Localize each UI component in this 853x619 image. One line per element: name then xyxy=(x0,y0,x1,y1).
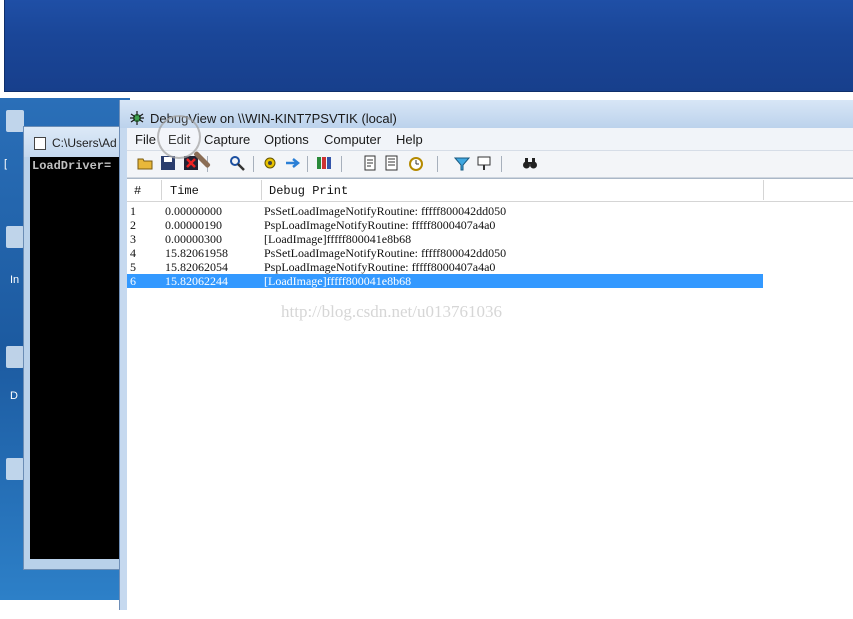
table-row[interactable]: 2 0.00000190 PspLoadImageNotifyRoutine: … xyxy=(127,218,853,232)
menu-capture[interactable]: Capture xyxy=(204,132,250,147)
background-window-banner xyxy=(4,0,853,92)
menu-file[interactable]: File xyxy=(135,132,156,147)
row-number: 3 xyxy=(130,232,136,246)
column-header-number[interactable]: # xyxy=(134,184,141,198)
column-divider[interactable] xyxy=(763,180,764,200)
row-number: 4 xyxy=(130,246,136,260)
desktop-label: In xyxy=(10,274,20,286)
row-message: PspLoadImageNotifyRoutine: fffff8000407a… xyxy=(264,260,496,274)
find-icon[interactable] xyxy=(228,155,246,173)
row-time: 0.00000190 xyxy=(165,218,222,232)
console-titlebar[interactable]: C:\Users\Ad xyxy=(24,127,134,157)
watermark: http://blog.csdn.net/u013761036 xyxy=(281,302,502,321)
toolbar-separator xyxy=(437,156,438,172)
list-rows: 1 0.00000000 PsSetLoadImageNotifyRoutine… xyxy=(127,204,853,288)
history-icon[interactable] xyxy=(383,155,401,173)
row-number: 1 xyxy=(130,204,136,218)
capture-icon[interactable] xyxy=(261,155,279,173)
console-icon xyxy=(34,137,46,150)
menu-options[interactable]: Options xyxy=(264,132,309,147)
column-divider[interactable] xyxy=(261,180,262,200)
desktop-label: [ xyxy=(4,158,8,170)
row-time: 15.82062244 xyxy=(165,274,228,288)
column-divider[interactable] xyxy=(161,180,162,200)
desktop-label: D xyxy=(10,390,18,402)
row-number: 6 xyxy=(130,274,136,288)
toolbar-separator xyxy=(341,156,342,172)
binoculars-icon[interactable] xyxy=(521,155,539,173)
log-icon[interactable] xyxy=(362,155,380,173)
row-message: PsSetLoadImageNotifyRoutine: fffff800042… xyxy=(264,246,507,260)
table-row[interactable]: 1 0.00000000 PsSetLoadImageNotifyRoutine… xyxy=(127,204,853,218)
row-number: 2 xyxy=(130,218,136,232)
filter-icon[interactable] xyxy=(315,155,333,173)
menu-computer[interactable]: Computer xyxy=(324,132,381,147)
toolbar xyxy=(127,151,853,178)
debugview-window[interactable]: DebugView on \\WIN-KINT7PSVTIK (local) F… xyxy=(119,100,853,619)
highlight-icon[interactable] xyxy=(453,155,471,173)
row-time: 0.00000000 xyxy=(165,204,222,218)
console-title: C:\Users\Ad xyxy=(52,136,117,150)
toolbar-separator xyxy=(501,156,502,172)
desktop-shortcut-icon[interactable] xyxy=(6,226,24,248)
debug-output-list[interactable]: # Time Debug Print 1 0.00000000 PsSetLoa… xyxy=(127,178,853,619)
recycle-bin-icon[interactable] xyxy=(6,110,24,132)
table-row[interactable]: 5 15.82062054 PspLoadImageNotifyRoutine:… xyxy=(127,260,853,274)
debugview-titlebar[interactable]: DebugView on \\WIN-KINT7PSVTIK (local) xyxy=(120,100,853,128)
open-icon[interactable] xyxy=(136,155,154,173)
row-message: [LoadImage]fffff800041e8b68 xyxy=(264,274,412,288)
column-header-time[interactable]: Time xyxy=(170,184,199,198)
menu-bar: File Edit Capture Options Computer Help xyxy=(127,128,853,151)
menu-help[interactable]: Help xyxy=(396,132,423,147)
autoscroll-icon[interactable] xyxy=(284,155,302,173)
desktop-shortcut-icon[interactable] xyxy=(6,458,24,480)
table-row[interactable]: 3 0.00000300 [LoadImage]fffff800041e8b68 xyxy=(127,232,853,246)
clock-icon[interactable] xyxy=(407,155,425,173)
list-header: # Time Debug Print xyxy=(127,179,853,202)
column-header-debug-print[interactable]: Debug Print xyxy=(269,184,348,198)
row-message: PspLoadImageNotifyRoutine: fffff8000407a… xyxy=(264,218,496,232)
row-time: 15.82061958 xyxy=(165,246,228,260)
row-number: 5 xyxy=(130,260,136,274)
pin-icon[interactable] xyxy=(475,155,493,173)
row-time: 0.00000300 xyxy=(165,232,222,246)
row-message: PsSetLoadImageNotifyRoutine: fffff800042… xyxy=(264,204,507,218)
toolbar-separator xyxy=(253,156,254,172)
table-row-selected[interactable]: 6 15.82062244 [LoadImage]fffff800041e8b6… xyxy=(127,274,763,288)
row-message: [LoadImage]fffff800041e8b68 xyxy=(264,232,412,246)
row-time: 15.82062054 xyxy=(165,260,228,274)
debugview-bug-icon xyxy=(130,111,144,125)
table-row[interactable]: 4 15.82061958 PsSetLoadImageNotifyRoutin… xyxy=(127,246,853,260)
desktop-shortcut-icon[interactable] xyxy=(6,346,24,368)
toolbar-separator xyxy=(307,156,308,172)
